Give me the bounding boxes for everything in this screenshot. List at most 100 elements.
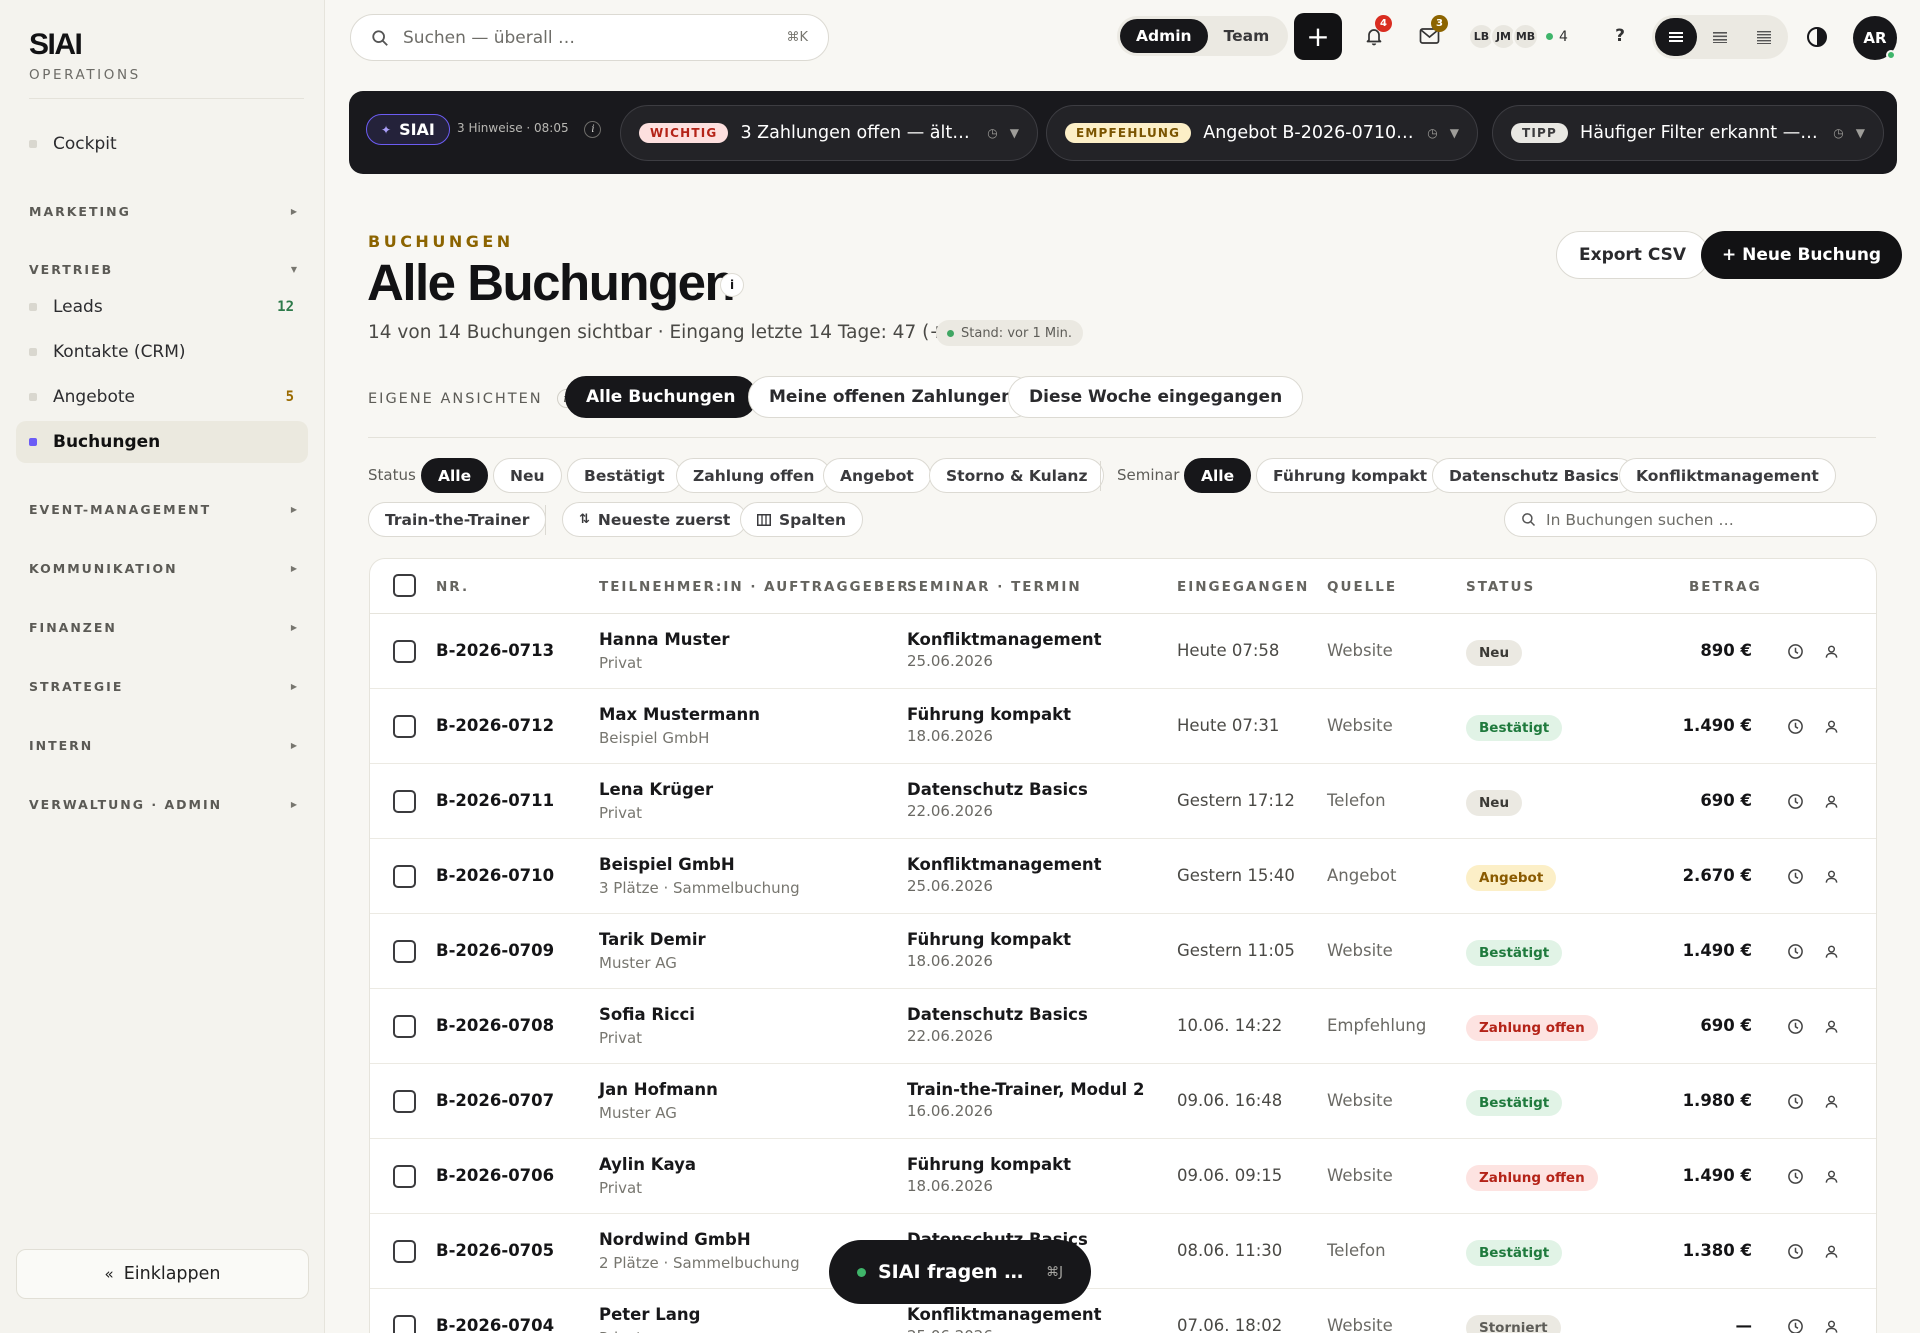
row-checkbox[interactable] — [393, 1015, 416, 1038]
history-button[interactable] — [1785, 641, 1805, 661]
booking-number[interactable]: B-2026-0712 — [436, 716, 554, 735]
history-button[interactable] — [1785, 1016, 1805, 1036]
table-row[interactable]: B-2026-0706 Aylin Kaya Privat Führung kompa… — [370, 1139, 1876, 1214]
participant-name[interactable]: Aylin Kaya — [599, 1155, 696, 1174]
booking-number[interactable]: B-2026-0711 — [436, 791, 554, 810]
hint-card-empfehlung[interactable]: EMPFEHLUNG Angebot B-2026-0710 lä… ◷ ▼ — [1046, 105, 1478, 161]
assign-button[interactable] — [1821, 866, 1841, 886]
col-header-nr[interactable]: NR. — [436, 579, 469, 595]
view-this-week[interactable]: Diese Woche eingegangen — [1008, 376, 1304, 418]
assign-button[interactable] — [1821, 1016, 1841, 1036]
history-button[interactable] — [1785, 941, 1805, 961]
presence-avatars[interactable]: LB JM MB 4 — [1468, 23, 1568, 50]
seminar-filter-train-the-trainer[interactable]: Train-the-Trainer — [368, 502, 547, 537]
density-compact-button[interactable] — [1699, 18, 1741, 56]
ask-siai-button[interactable]: SIAI fragen … ⌘J — [829, 1240, 1091, 1304]
participant-name[interactable]: Hanna Muster — [599, 630, 730, 649]
sidebar-item-cockpit[interactable]: Cockpit — [16, 123, 308, 165]
assign-button[interactable] — [1821, 791, 1841, 811]
table-row[interactable]: B-2026-0710 Beispiel GmbH 3 Plätze · Samme… — [370, 839, 1876, 914]
seminar-filter-datenschutz[interactable]: Datenschutz Basics — [1432, 458, 1636, 493]
status-filter-storno[interactable]: Storno & Kulanz — [929, 458, 1105, 493]
sort-button[interactable]: ⇅ Neueste zuerst — [562, 502, 748, 537]
participant-name[interactable]: Max Mustermann — [599, 705, 760, 724]
row-checkbox[interactable] — [393, 640, 416, 663]
chevron-down-icon[interactable]: ▼ — [1450, 126, 1459, 140]
info-icon[interactable]: i — [584, 121, 602, 138]
new-booking-button[interactable]: + Neue Buchung — [1701, 231, 1903, 279]
sidebar-item-angebote[interactable]: Angebote 5 — [16, 376, 308, 418]
siai-button[interactable]: ✦ SIAI — [366, 114, 450, 145]
assign-button[interactable] — [1821, 1166, 1841, 1186]
assign-button[interactable] — [1821, 941, 1841, 961]
columns-button[interactable]: Spalten — [740, 502, 863, 537]
participant-name[interactable]: Peter Lang — [599, 1305, 700, 1324]
table-row[interactable]: B-2026-0708 Sofia Ricci Privat Datenschutz … — [370, 989, 1876, 1064]
booking-number[interactable]: B-2026-0709 — [436, 941, 554, 960]
status-filter-alle[interactable]: Alle — [421, 458, 489, 493]
status-filter-angebot[interactable]: Angebot — [823, 458, 931, 493]
row-checkbox[interactable] — [393, 940, 416, 963]
booking-number[interactable]: B-2026-0706 — [436, 1166, 554, 1185]
sidebar-section-marketing[interactable]: MARKETING ▶ — [29, 204, 297, 219]
booking-number[interactable]: B-2026-0704 — [436, 1316, 554, 1333]
table-row[interactable]: B-2026-0707 Jan Hofmann Muster AG Train-the… — [370, 1064, 1876, 1139]
col-header-seminar[interactable]: SEMINAR · TERMIN — [907, 579, 1082, 595]
assign-button[interactable] — [1821, 1241, 1841, 1261]
history-button[interactable] — [1785, 716, 1805, 736]
row-checkbox[interactable] — [393, 1165, 416, 1188]
participant-name[interactable]: Jan Hofmann — [599, 1080, 718, 1099]
participant-name[interactable]: Nordwind GmbH — [599, 1230, 751, 1249]
chevron-down-icon[interactable]: ▼ — [1010, 126, 1019, 140]
assign-button[interactable] — [1821, 641, 1841, 661]
select-all-checkbox[interactable] — [393, 574, 416, 597]
history-button[interactable] — [1785, 791, 1805, 811]
seminar-filter-alle[interactable]: Alle — [1184, 458, 1252, 493]
create-button[interactable]: + — [1294, 13, 1342, 60]
export-csv-button[interactable]: Export CSV — [1556, 231, 1710, 279]
help-button[interactable]: ? — [1609, 25, 1631, 47]
history-button[interactable] — [1785, 1166, 1805, 1186]
chevron-down-icon[interactable]: ▼ — [1856, 126, 1865, 140]
history-button[interactable] — [1785, 1091, 1805, 1111]
booking-number[interactable]: B-2026-0710 — [436, 866, 554, 885]
history-button[interactable] — [1785, 866, 1805, 886]
participant-name[interactable]: Lena Krüger — [599, 780, 713, 799]
history-button[interactable] — [1785, 1241, 1805, 1261]
hint-card-tipp[interactable]: TIPP Häufiger Filter erkannt — al… ◷ ▼ — [1492, 105, 1884, 161]
view-my-open-payments[interactable]: Meine offenen Zahlungen — [748, 376, 1035, 418]
row-checkbox[interactable] — [393, 865, 416, 888]
density-dense-button[interactable] — [1743, 18, 1785, 56]
sidebar-section-strategie[interactable]: STRATEGIE ▶ — [29, 679, 297, 694]
collapse-sidebar-button[interactable]: « Einklappen — [16, 1249, 309, 1299]
table-row[interactable]: B-2026-0713 Hanna Muster Privat Konfliktman… — [370, 614, 1876, 689]
global-search-input[interactable]: Suchen — überall … ⌘K — [350, 14, 829, 61]
booking-number[interactable]: B-2026-0713 — [436, 641, 554, 660]
role-team-button[interactable]: Team — [1208, 19, 1286, 53]
role-admin-button[interactable]: Admin — [1120, 19, 1208, 53]
table-search-input[interactable]: In Buchungen suchen … — [1504, 502, 1877, 537]
participant-name[interactable]: Tarik Demir — [599, 930, 706, 949]
col-header-betrag[interactable]: BETRAG — [1689, 579, 1762, 595]
hint-card-wichtig[interactable]: WICHTIG 3 Zahlungen offen — ältest… ◷ ▼ — [620, 105, 1038, 161]
table-row[interactable]: B-2026-0704 Peter Lang Privat Konfliktmanag… — [370, 1289, 1876, 1333]
col-header-eingegangen[interactable]: EINGEGANGEN — [1177, 579, 1309, 595]
assign-button[interactable] — [1821, 716, 1841, 736]
sidebar-section-verwaltung[interactable]: VERWALTUNG · ADMIN ▶ — [29, 797, 297, 812]
booking-number[interactable]: B-2026-0708 — [436, 1016, 554, 1035]
participant-name[interactable]: Beispiel GmbH — [599, 855, 735, 874]
density-comfortable-button[interactable] — [1655, 18, 1697, 56]
sidebar-section-kommunikation[interactable]: KOMMUNIKATION ▶ — [29, 561, 297, 576]
sidebar-item-kontakte[interactable]: Kontakte (CRM) — [16, 331, 308, 373]
col-header-status[interactable]: STATUS — [1466, 579, 1535, 595]
assign-button[interactable] — [1821, 1091, 1841, 1111]
col-header-person[interactable]: TEILNEHMER:IN · AUFTRAGGEBER — [599, 579, 910, 595]
row-checkbox[interactable] — [393, 1240, 416, 1263]
row-checkbox[interactable] — [393, 715, 416, 738]
table-row[interactable]: B-2026-0709 Tarik Demir Muster AG Führung k… — [370, 914, 1876, 989]
status-filter-neu[interactable]: Neu — [493, 458, 562, 493]
col-header-quelle[interactable]: QUELLE — [1327, 579, 1397, 595]
assign-button[interactable] — [1821, 1316, 1841, 1333]
theme-toggle-button[interactable] — [1806, 26, 1828, 48]
booking-number[interactable]: B-2026-0707 — [436, 1091, 554, 1110]
